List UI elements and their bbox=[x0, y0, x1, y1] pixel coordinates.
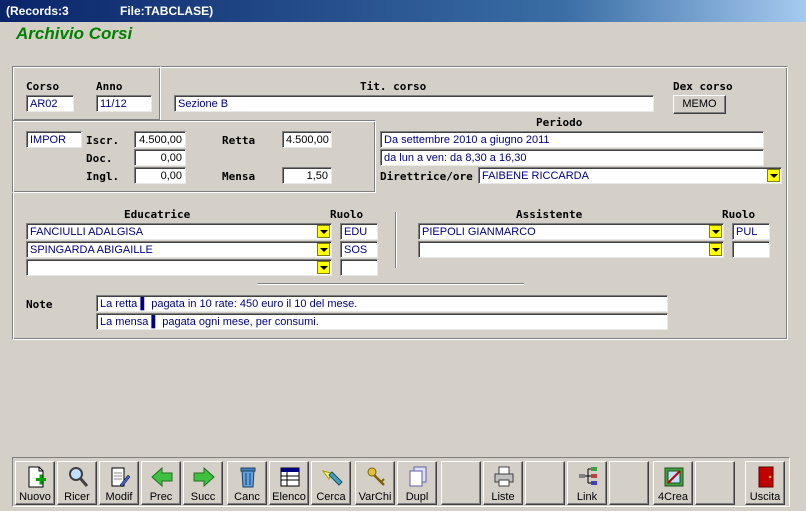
periodo-line2-field[interactable]: da lun a ven: da 8,30 a 16,30 bbox=[380, 149, 764, 166]
dupl-button[interactable]: Dupl bbox=[397, 461, 437, 505]
prec-button[interactable]: Prec bbox=[141, 461, 181, 505]
link-button[interactable]: Link bbox=[567, 461, 607, 505]
empty-button-4[interactable] bbox=[695, 461, 735, 505]
periodo-line1-field[interactable]: Da settembre 2010 a giugno 2011 bbox=[380, 131, 764, 148]
file-name: File:TABCLASE) bbox=[120, 4, 214, 18]
printer-icon bbox=[494, 466, 514, 487]
iscr-label: Iscr. bbox=[86, 134, 120, 147]
mensa-label: Mensa bbox=[222, 170, 256, 183]
educatrice-ruolo-1[interactable]: EDU bbox=[340, 223, 378, 240]
canc-button[interactable]: Canc bbox=[227, 461, 267, 505]
dropdown-arrow-icon[interactable] bbox=[317, 261, 330, 274]
assistente-ruolo-2[interactable] bbox=[732, 241, 770, 258]
varchi-button[interactable]: VarChi bbox=[355, 461, 395, 505]
retta-field[interactable]: 4.500,00 bbox=[282, 131, 332, 148]
anno-label: Anno bbox=[96, 80, 123, 93]
empty-button-1[interactable] bbox=[441, 461, 481, 505]
liste-button[interactable]: Liste bbox=[483, 461, 523, 505]
assistente-select-2[interactable] bbox=[418, 241, 724, 258]
dropdown-arrow-icon[interactable] bbox=[767, 169, 780, 182]
modif-button[interactable]: Modif bbox=[99, 461, 139, 505]
cerca-button[interactable]: Cerca bbox=[311, 461, 351, 505]
educatrice-name-1: FANCIULLI ADALGISA bbox=[30, 226, 144, 238]
build-icon bbox=[664, 467, 684, 487]
vertical-divider bbox=[395, 212, 397, 268]
educatrice-ruolo-2[interactable]: SOS bbox=[340, 241, 378, 258]
page-title: Archivio Corsi bbox=[16, 24, 133, 43]
assistente-name-1: PIEPOLI GIANMARCO bbox=[422, 226, 536, 238]
magnifier-icon bbox=[69, 467, 89, 487]
note-line1-field[interactable]: La retta ▌ pagata in 10 rate: 450 euro i… bbox=[96, 295, 668, 312]
network-icon bbox=[579, 467, 597, 485]
edit-document-icon bbox=[111, 467, 131, 488]
educatrice-select-1[interactable]: FANCIULLI ADALGISA bbox=[26, 223, 332, 240]
dex-corso-label: Dex corso bbox=[673, 80, 733, 93]
direttrice-label: Direttrice/ore bbox=[380, 170, 473, 183]
educatrice-ruolo-3[interactable] bbox=[340, 259, 378, 276]
corso-field[interactable]: AR02 bbox=[26, 95, 74, 112]
educatrice-label: Educatrice bbox=[124, 208, 191, 221]
assistente-label: Assistente bbox=[516, 208, 583, 221]
course-code-panel bbox=[12, 66, 161, 121]
window-titlebar: (Records:3 File:TABCLASE) bbox=[0, 0, 806, 22]
nuovo-button[interactable]: Nuovo bbox=[15, 461, 55, 505]
note-label: Note bbox=[26, 298, 53, 311]
dropdown-arrow-icon[interactable] bbox=[317, 225, 330, 238]
educatrice-ruolo-label: Ruolo bbox=[330, 208, 364, 221]
ingl-field[interactable]: 0,00 bbox=[134, 167, 186, 184]
records-count: (Records:3 bbox=[6, 4, 69, 18]
dropdown-arrow-icon[interactable] bbox=[709, 243, 722, 256]
corso-label: Corso bbox=[26, 80, 60, 93]
trash-icon bbox=[240, 467, 256, 488]
anno-field[interactable]: 11/12 bbox=[96, 95, 152, 112]
horizontal-divider bbox=[258, 283, 524, 285]
arrow-left-icon bbox=[151, 466, 173, 488]
assistente-ruolo-label: Ruolo bbox=[722, 208, 756, 221]
tipo-field[interactable]: IMPOR bbox=[26, 131, 82, 148]
mensa-field[interactable]: 1,50 bbox=[282, 167, 332, 184]
ingl-label: Ingl. bbox=[86, 170, 120, 183]
doc-field[interactable]: 0,00 bbox=[134, 149, 186, 166]
assistente-select-1[interactable]: PIEPOLI GIANMARCO bbox=[418, 223, 724, 240]
educatrice-select-2[interactable]: SPINGARDA ABIGAILLE bbox=[26, 241, 332, 258]
ricer-button[interactable]: Ricer bbox=[57, 461, 97, 505]
dropdown-arrow-icon[interactable] bbox=[709, 225, 722, 238]
crea-button[interactable]: 4Crea bbox=[653, 461, 693, 505]
elenco-button[interactable]: Elenco bbox=[269, 461, 309, 505]
succ-button[interactable]: Succ bbox=[183, 461, 223, 505]
direttrice-value: FAIBENE RICCARDA bbox=[482, 170, 589, 182]
educatrice-name-2: SPINGARDA ABIGAILLE bbox=[30, 244, 153, 256]
empty-button-2[interactable] bbox=[525, 461, 565, 505]
iscr-field[interactable]: 4.500,00 bbox=[134, 131, 186, 148]
tit-corso-label: Tit. corso bbox=[360, 80, 427, 93]
keys-icon bbox=[367, 467, 385, 486]
tit-corso-field[interactable]: Sezione B bbox=[174, 95, 654, 112]
dropdown-arrow-icon[interactable] bbox=[317, 243, 330, 256]
periodo-label: Periodo bbox=[536, 116, 583, 129]
new-document-icon bbox=[28, 466, 46, 488]
uscita-button[interactable]: Uscita bbox=[745, 461, 785, 505]
assistente-ruolo-1[interactable]: PUL bbox=[732, 223, 770, 240]
exit-door-icon bbox=[758, 466, 774, 488]
duplicate-icon bbox=[409, 466, 427, 487]
retta-label: Retta bbox=[222, 134, 256, 147]
arrow-right-icon bbox=[193, 466, 215, 488]
memo-button[interactable]: MEMO bbox=[673, 95, 726, 114]
educatrice-select-3[interactable] bbox=[26, 259, 332, 276]
table-list-icon bbox=[280, 467, 300, 487]
flashlight-icon bbox=[321, 470, 343, 486]
direttrice-select[interactable]: FAIBENE RICCARDA bbox=[478, 167, 782, 184]
doc-label: Doc. bbox=[86, 152, 113, 165]
empty-button-3[interactable] bbox=[609, 461, 649, 505]
note-line2-field[interactable]: La mensa ▌ pagata ogni mese, per consumi… bbox=[96, 313, 668, 330]
